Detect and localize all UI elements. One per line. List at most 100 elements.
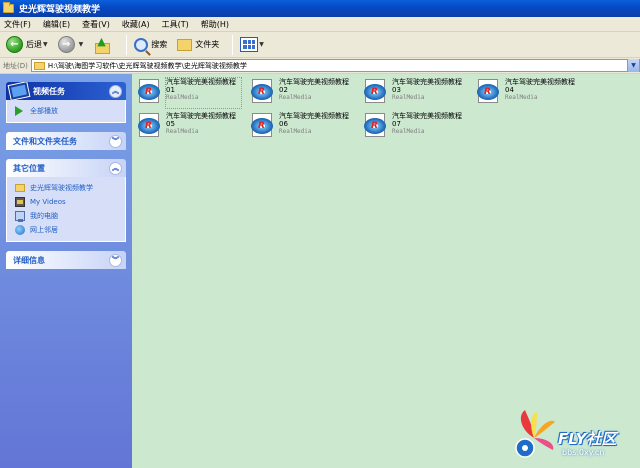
back-label: 后退 (26, 40, 42, 49)
video-tasks-title: 视频任务 (33, 86, 65, 96)
task-label: 全部播放 (30, 106, 58, 115)
place-network[interactable]: 网上邻居 (15, 224, 117, 235)
network-icon (15, 224, 25, 235)
expand-icon[interactable]: ︾ (109, 134, 122, 148)
address-label: 地址(D) (3, 61, 28, 70)
realmedia-file-icon: R (362, 78, 389, 105)
watermark-url: bbs.0xy.cn (562, 448, 605, 457)
file-type: RealMedia (279, 94, 312, 101)
place-my-videos[interactable]: My Videos (15, 196, 117, 207)
play-icon (15, 105, 25, 116)
up-button[interactable] (91, 34, 115, 56)
back-arrow-icon: ← (6, 36, 23, 53)
computer-icon (15, 210, 25, 222)
details-header[interactable]: 详细信息 ︾ (6, 251, 126, 269)
realmedia-file-icon: R (362, 112, 389, 139)
file-item[interactable]: R 汽车驾驶完美视频教程03 RealMedia (362, 78, 470, 108)
menu-bar: 文件(F) 编辑(E) 查看(V) 收藏(A) 工具(T) 帮助(H) (0, 17, 640, 32)
search-icon (134, 37, 149, 52)
video-tasks-header[interactable]: 视频任务 ︽ (6, 82, 126, 101)
file-name: 汽车驾驶完美视频教程04 (505, 78, 575, 94)
chevron-down-icon[interactable]: ▼ (627, 59, 639, 72)
back-button[interactable]: ← 后退 ▼ (4, 34, 50, 56)
file-type: RealMedia (392, 94, 425, 101)
file-type: RealMedia (505, 94, 538, 101)
search-button[interactable]: 搜索 (132, 34, 169, 56)
file-name: 汽车驾驶完美视频教程07 (392, 112, 462, 128)
file-item[interactable]: R 汽车驾驶完美视频教程02 RealMedia (249, 78, 357, 108)
menu-edit[interactable]: 编辑(E) (43, 19, 70, 30)
other-places-panel: 其它位置 ︽ 史光辉驾驶视频教学 My Videos 我的电脑 网上邻居 (6, 159, 126, 242)
folder-icon (3, 2, 14, 13)
file-tasks-panel: 文件和文件夹任务 ︾ (6, 132, 126, 150)
chevron-down-icon[interactable]: ▼ (43, 41, 48, 48)
folders-button[interactable]: 文件夹 (175, 34, 221, 56)
other-places-header[interactable]: 其它位置 ︽ (6, 159, 126, 177)
place-label: 网上邻居 (30, 225, 58, 234)
views-button[interactable]: ▼ (238, 34, 266, 56)
place-my-computer[interactable]: 我的电脑 (15, 210, 117, 222)
file-item[interactable]: R 汽车驾驶完美视频教程07 RealMedia (362, 112, 470, 142)
file-type: RealMedia (166, 94, 199, 101)
menu-help[interactable]: 帮助(H) (201, 19, 229, 30)
file-type: RealMedia (166, 128, 199, 135)
address-bar: 地址(D) H:\驾驶\海图学习软件\史光辉驾驶视频教学\史光辉驾驶视频教学 ▼ (0, 58, 640, 74)
task-pane: 视频任务 ︽ 全部播放 文件和文件夹任务 ︾ 其它位置 ︽ 史光辉驾驶视频教学 (0, 74, 132, 468)
folder-icon (15, 184, 25, 192)
file-item[interactable]: R 汽车驾驶完美视频教程05 RealMedia (136, 112, 244, 142)
menu-view[interactable]: 查看(V) (82, 19, 110, 30)
other-places-title: 其它位置 (13, 163, 45, 173)
views-icon (240, 37, 259, 52)
menu-file[interactable]: 文件(F) (4, 19, 31, 30)
place-label: 史光辉驾驶视频教学 (30, 183, 93, 192)
toolbar-separator (232, 34, 234, 55)
place-label: 我的电脑 (30, 211, 58, 220)
watermark-brand: FLY社区 (558, 430, 617, 448)
file-name: 汽车驾驶完美视频教程03 (392, 78, 462, 94)
file-tasks-header[interactable]: 文件和文件夹任务 ︾ (6, 132, 126, 150)
file-item[interactable]: R 汽车驾驶完美视频教程01 RealMedia (136, 77, 244, 109)
file-item[interactable]: R 汽车驾驶完美视频教程06 RealMedia (249, 112, 357, 142)
collapse-icon[interactable]: ︽ (109, 161, 122, 175)
folders-label: 文件夹 (195, 40, 220, 49)
menu-favorites[interactable]: 收藏(A) (122, 19, 150, 30)
details-panel: 详细信息 ︾ (6, 251, 126, 269)
folder-icon (177, 38, 193, 51)
video-tasks-body: 全部播放 (6, 100, 126, 123)
address-path: H:\驾驶\海图学习软件\史光辉驾驶视频教学\史光辉驾驶视频教学 (47, 61, 247, 70)
title-bar: 史光辉驾驶视频教学 (0, 0, 640, 17)
realmedia-file-icon: R (249, 112, 276, 139)
realmedia-file-icon: R (475, 78, 502, 105)
place-label: My Videos (30, 197, 66, 206)
realmedia-file-icon: R (136, 112, 163, 139)
other-places-body: 史光辉驾驶视频教学 My Videos 我的电脑 网上邻居 (6, 177, 126, 242)
place-parent-folder[interactable]: 史光辉驾驶视频教学 (15, 182, 117, 193)
collapse-icon[interactable]: ︽ (109, 84, 122, 98)
file-tasks-title: 文件和文件夹任务 (13, 136, 77, 146)
folder-icon (33, 61, 45, 70)
chevron-down-icon[interactable]: ▼ (79, 41, 84, 48)
file-item[interactable]: R 汽车驾驶完美视频教程04 RealMedia (475, 78, 583, 108)
videos-icon (15, 196, 25, 207)
realmedia-file-icon: R (249, 78, 276, 105)
menu-tools[interactable]: 工具(T) (162, 19, 189, 30)
film-icon (7, 82, 31, 101)
address-input[interactable]: H:\驾驶\海图学习软件\史光辉驾驶视频教学\史光辉驾驶视频教学 ▼ (30, 59, 640, 72)
file-name: 汽车驾驶完美视频教程06 (279, 112, 349, 128)
file-name: 汽车驾驶完美视频教程01 (166, 78, 236, 94)
file-name: 汽车驾驶完美视频教程05 (166, 112, 236, 128)
expand-icon[interactable]: ︾ (109, 253, 122, 267)
chevron-down-icon[interactable]: ▼ (259, 41, 264, 48)
file-name: 汽车驾驶完美视频教程02 (279, 78, 349, 94)
details-title: 详细信息 (13, 255, 45, 265)
toolbar: ← 后退 ▼ → ▼ 搜索 文件夹 ▼ (0, 32, 640, 58)
watermark: FLY社区 bbs.0xy.cn (511, 408, 637, 466)
window-title: 史光辉驾驶视频教学 (19, 5, 101, 15)
forward-arrow-icon: → (57, 36, 75, 53)
realmedia-file-icon: R (136, 78, 163, 105)
flower-logo-icon (515, 410, 555, 458)
toolbar-separator (126, 34, 128, 55)
task-play-all[interactable]: 全部播放 (15, 105, 117, 116)
folder-up-icon (93, 35, 111, 54)
forward-button[interactable]: → ▼ (56, 34, 86, 56)
